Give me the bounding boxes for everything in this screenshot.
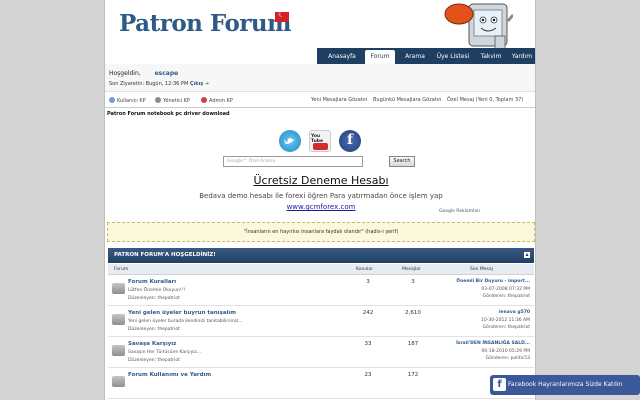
last-post-title[interactable]: İsrail'DEN İNSANLIĞA SALD... [456,341,530,346]
forum-row: Forum Kullanımı ve Yardım 23 172 [108,369,534,399]
search-button[interactable]: Search [389,156,415,167]
forum-topic-count: 242 [362,310,374,316]
nav-calendar[interactable]: Takvim [475,50,507,64]
forum-post-count: 3 [411,279,415,285]
forum-description: Savaşın Her Türlüsüne Karşıyız... [128,350,202,355]
user-bar: Hoşgeldin, escape Son Ziyaretin: Bugün, … [105,64,535,92]
admin-icon [201,97,207,103]
forum-moderator: Düzenleyen: thepatriot [128,296,180,301]
forum-row: Forum Kuralları Lütfen Önemle Okuyun!!! … [108,276,534,306]
logout-link[interactable]: Çıkış [190,81,203,87]
forum-post-count: 172 [407,372,419,378]
col-forum: Forum [114,267,129,272]
main-nav: Anasayfa Forum Arama Üye Listesi Takvim … [317,48,535,64]
search-input[interactable]: Google™ Özel Arama [223,156,363,167]
forum-post-count: 2,610 [405,310,421,316]
user-cp-link[interactable]: Kullanıcı KP [109,97,146,104]
collapse-icon[interactable]: ▴ [524,252,530,258]
user-icon [109,97,115,103]
last-post-author[interactable]: Gönderen: politic53 [486,356,530,361]
youtube-logo-icon [313,143,328,150]
facebook-fan-popup[interactable]: f Facebook Hayranlarımıza Sizde Katılın [490,375,640,395]
last-post-author[interactable]: Gönderen: thepatriot [483,325,530,330]
site-logo[interactable]: Patron Forum [119,10,291,37]
last-visit: Son Ziyaretin: Bugün, 12:36 PM Çıkış ➔ [109,81,209,87]
last-visit-text: Son Ziyaretin: Bugün, 12:36 PM [109,81,189,87]
username-link[interactable]: escape [155,70,179,77]
youtube-icon[interactable]: You Tube [309,130,331,152]
forum-topic-count: 3 [366,279,370,285]
forum-box-header: PATRON FORUM'A HOŞGELDİNİZ! ▴ [108,248,534,263]
last-post-title[interactable]: Önemli Bir Duyuru - import... [456,279,530,284]
nav-home[interactable]: Anasayfa [323,50,361,64]
forum-row: Savaşa Karşıyız Savaşın Her Türlüsüne Ka… [108,338,534,368]
flag-icon [275,10,289,22]
facebook-icon[interactable]: f [339,130,361,152]
forum-name[interactable]: Yeni gelen üyeler buyrun tanışalım [128,310,236,316]
nav-members[interactable]: Üye Listesi [433,50,473,64]
last-post-author[interactable]: Gönderen: thepatriot [483,294,530,299]
google-ads-label: Google Reklamları [439,209,481,214]
pm-link[interactable]: Özel Mesaj (Yeni 0, Toplam 37) [447,97,523,103]
notice-banner: "İnsanların en hayırlısı insanlara fayda… [107,222,535,242]
nav-search[interactable]: Arama [399,50,431,64]
forum-name[interactable]: Forum Kullanımı ve Yardım [128,372,211,378]
mod-icon [155,97,161,103]
forum-description: Yeni gelen üyeler burada kendinizi tanıt… [128,319,243,324]
col-posts: Mesajlar [402,267,421,272]
welcome-label: Hoşgeldin, [109,70,141,77]
forum-moderator: Düzenleyen: thepatriot [128,327,180,332]
last-post-date: 10-30-2012 11:36 AM [481,318,530,323]
admin-cp-label: Admin KP [209,98,233,104]
welcome-text: Hoşgeldin, escape [109,70,178,77]
nav-forum[interactable]: Forum [365,50,395,64]
todays-posts-link[interactable]: Bugünkü Mesajlara Gözatın [373,97,441,103]
control-panel-row: Kullanıcı KP Yönetici KP Admin KP Yeni M… [105,93,535,108]
forum-description: Lütfen Önemle Okuyun!!! [128,288,186,293]
site-header: Patron Forum Anasayfa Forum Arama Üye Li… [105,0,535,64]
facebook-logo-icon: f [493,378,506,391]
admin-cp-link[interactable]: Admin KP [201,97,233,104]
forum-topic-count: 23 [364,372,372,378]
forum-name[interactable]: Savaşa Karşıyız [128,341,176,347]
twitter-icon[interactable] [279,130,301,152]
last-post-title[interactable]: lenava g570 [499,310,530,315]
ad-title[interactable]: Ücretsiz Deneme Hesabı [105,174,535,187]
col-last-post: Son Mesaj [470,267,493,272]
nav-help[interactable]: Yardım [507,50,535,64]
forum-name[interactable]: Forum Kuralları [128,279,176,285]
page-title: Patron Forum notebook pc driver download [107,111,230,117]
mod-cp-link[interactable]: Yönetici KP [155,97,190,104]
forum-status-icon [112,314,125,325]
forum-moderator: Düzenleyen: thepatriot [128,358,180,363]
forum-status-icon [112,283,125,294]
last-post-date: 06-18-2010 05:29 PM [481,349,530,354]
mod-cp-label: Yönetici KP [163,98,191,104]
forum-column-header: Forum Konular Mesajlar Son Mesaj [108,264,534,275]
forum-row: Yeni gelen üyeler buyrun tanışalım Yeni … [108,307,534,337]
forum-post-count: 187 [407,341,419,347]
new-posts-link[interactable]: Yeni Mesajlara Gözatın [311,97,367,103]
forum-page: Patron Forum Anasayfa Forum Arama Üye Li… [104,0,536,400]
facebook-popup-text: Facebook Hayranlarımıza Sizde Katılın [508,381,623,388]
twitter-bird-icon [284,138,295,144]
forum-box-title: PATRON FORUM'A HOŞGELDİNİZ! [114,252,216,258]
col-topics: Konular [356,267,374,272]
pm-counts: (Yeni 0, Toplam 37) [475,97,524,103]
forum-status-icon [112,345,125,356]
logout-arrow-icon: ➔ [204,81,210,87]
last-post-date: 03-07-2008 07:32 PM [481,287,530,292]
forum-topic-count: 33 [364,341,372,347]
forum-status-icon [112,376,125,387]
ad-text: Bedava demo hesabı ile forexi öğren Para… [199,192,443,200]
facebook-f-icon: f [346,132,354,148]
user-cp-label: Kullanıcı KP [117,98,146,104]
pm-label: Özel Mesaj [447,97,475,103]
